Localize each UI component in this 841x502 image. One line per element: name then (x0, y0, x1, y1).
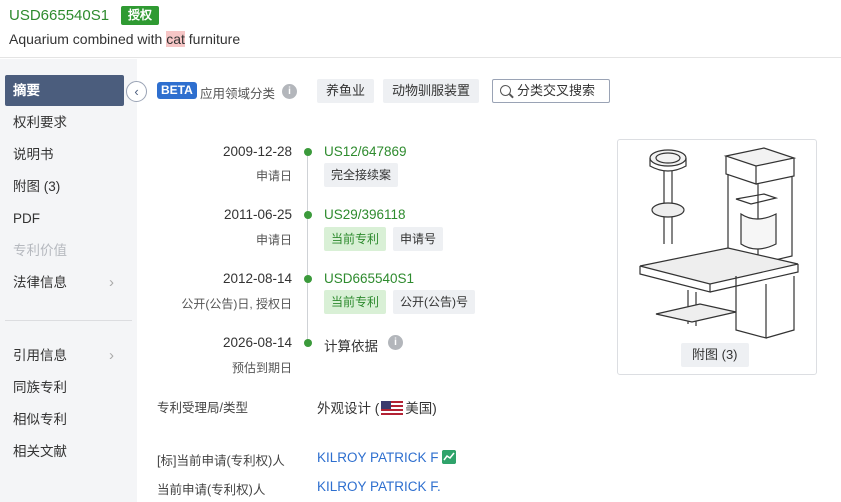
application-field-label: 应用领域分类 (200, 87, 276, 101)
us-flag-icon (381, 401, 404, 415)
classification-tag[interactable]: 养鱼业 (317, 79, 375, 103)
sidebar-item-similar[interactable]: 相似专利 (5, 404, 124, 435)
chevron-left-icon: ‹ (134, 84, 139, 99)
sidebar-item-figures[interactable]: 附图 (3) (5, 171, 124, 202)
sidebar-item-label: 相似专利 (13, 412, 67, 427)
timeline-date: 2011-06-25 (223, 207, 292, 222)
cross-search-button[interactable]: 分类交叉搜索 (492, 79, 610, 103)
sidebar-item-label: 权利要求 (13, 115, 67, 130)
sidebar-item-citations[interactable]: 引用信息 › (5, 340, 124, 371)
patent-drawing-image (639, 147, 799, 339)
current-patent-chip: 当前专利 (324, 290, 387, 314)
timeline-date-type: 申请日 (255, 233, 292, 247)
sidebar-nav: 摘要 权利要求 说明书 附图 (3) PDF 专利价值 法律信息 › 引用信息 › … (0, 59, 137, 502)
current-applicant-label: 当前申请(专利权)人 (157, 483, 266, 497)
info-icon[interactable]: i (388, 335, 403, 350)
timeline-date: 2009-12-28 (222, 144, 292, 159)
standard-applicant-value[interactable]: KILROY PATRICK F (317, 450, 456, 465)
sidebar-item-label: 摘要 (13, 83, 40, 98)
sidebar-item-claims[interactable]: 权利要求 (5, 107, 124, 138)
title-text-before: Aquarium combined with (9, 31, 167, 47)
cross-search-label: 分类交叉搜索 (517, 83, 596, 98)
sidebar-item-label: 附图 (3) (13, 179, 61, 194)
timeline-dot (304, 148, 312, 156)
trend-chart-icon[interactable] (441, 450, 456, 464)
timeline-line (307, 152, 308, 343)
sidebar-item-family[interactable]: 同族专利 (5, 372, 124, 403)
country-text: 美国) (405, 401, 437, 416)
design-type-text: 外观设计 ( (317, 401, 380, 416)
number-type-chip: 公开(公告)号 (393, 290, 475, 314)
timeline-dot (304, 275, 312, 283)
timeline-number-link[interactable]: USD665540S1 (324, 271, 414, 286)
sidebar-item-description[interactable]: 说明书 (5, 139, 124, 170)
chevron-right-icon: › (109, 274, 114, 291)
sidebar-item-related-docs[interactable]: 相关文献 (5, 436, 124, 467)
chevron-right-icon: › (109, 347, 114, 364)
publication-number[interactable]: USD665540S1 (9, 7, 109, 24)
office-type-label: 专利受理局/类型 (157, 401, 248, 415)
timeline-date: 2012-08-14 (222, 271, 292, 286)
sidebar-item-abstract[interactable]: 摘要 (5, 75, 124, 106)
info-icon[interactable]: i (282, 84, 297, 99)
title-text-after: furniture (184, 31, 241, 47)
figures-button[interactable]: 附图 (3) (681, 343, 749, 367)
standard-applicant-label: [标]当前申请(专利权)人 (157, 454, 285, 468)
timeline-number-link[interactable]: US12/647869 (324, 144, 407, 159)
sidebar-item-label: 同族专利 (13, 380, 67, 395)
sidebar-divider (5, 320, 132, 321)
relation-chip: 完全接续案 (324, 163, 399, 187)
sidebar-item-label: 说明书 (13, 147, 54, 162)
sidebar-item-label: 法律信息 (13, 275, 67, 290)
sidebar-item-label: 相关文献 (13, 444, 67, 459)
current-patent-chip: 当前专利 (324, 227, 387, 251)
timeline-date-type: 申请日 (255, 169, 292, 183)
calculation-basis: 计算依据 (324, 339, 378, 354)
sidebar-item-label: 专利价值 (13, 243, 67, 258)
collapse-sidebar-button[interactable]: ‹ (126, 81, 147, 102)
timeline-dot (304, 211, 312, 219)
sidebar-item-label: 引用信息 (13, 348, 67, 363)
timeline-date-type: 公开(公告)日, 授权日 (181, 297, 292, 311)
status-badge: 授权 (121, 6, 160, 25)
search-icon (500, 85, 511, 96)
figure-card[interactable]: 附图 (3) (617, 139, 817, 375)
sidebar-item-label: PDF (13, 211, 40, 226)
patent-title: Aquarium combined with cat furniture (9, 31, 240, 47)
patent-header: USD665540S1 授权 Aquarium combined with ca… (0, 0, 841, 58)
sidebar-item-pdf[interactable]: PDF (5, 203, 124, 234)
sidebar-item-patent-value: 专利价值 (5, 235, 124, 266)
sidebar-item-legal-info[interactable]: 法律信息 › (5, 267, 124, 298)
timeline-date: 2026-08-14 (222, 335, 292, 350)
applicant-name-link[interactable]: KILROY PATRICK F (317, 450, 439, 465)
number-type-chip: 申请号 (393, 227, 444, 251)
timeline-number-link[interactable]: US29/396118 (324, 207, 406, 222)
classification-tag[interactable]: 动物驯服装置 (383, 79, 480, 103)
office-type-value: 外观设计 ( 美国) (317, 397, 437, 417)
timeline-dot (304, 339, 312, 347)
timeline-date-type: 预估到期日 (231, 361, 292, 375)
title-highlight: cat (166, 31, 185, 47)
current-applicant-value[interactable]: KILROY PATRICK F. (317, 479, 441, 494)
beta-badge: BETA (157, 82, 197, 99)
